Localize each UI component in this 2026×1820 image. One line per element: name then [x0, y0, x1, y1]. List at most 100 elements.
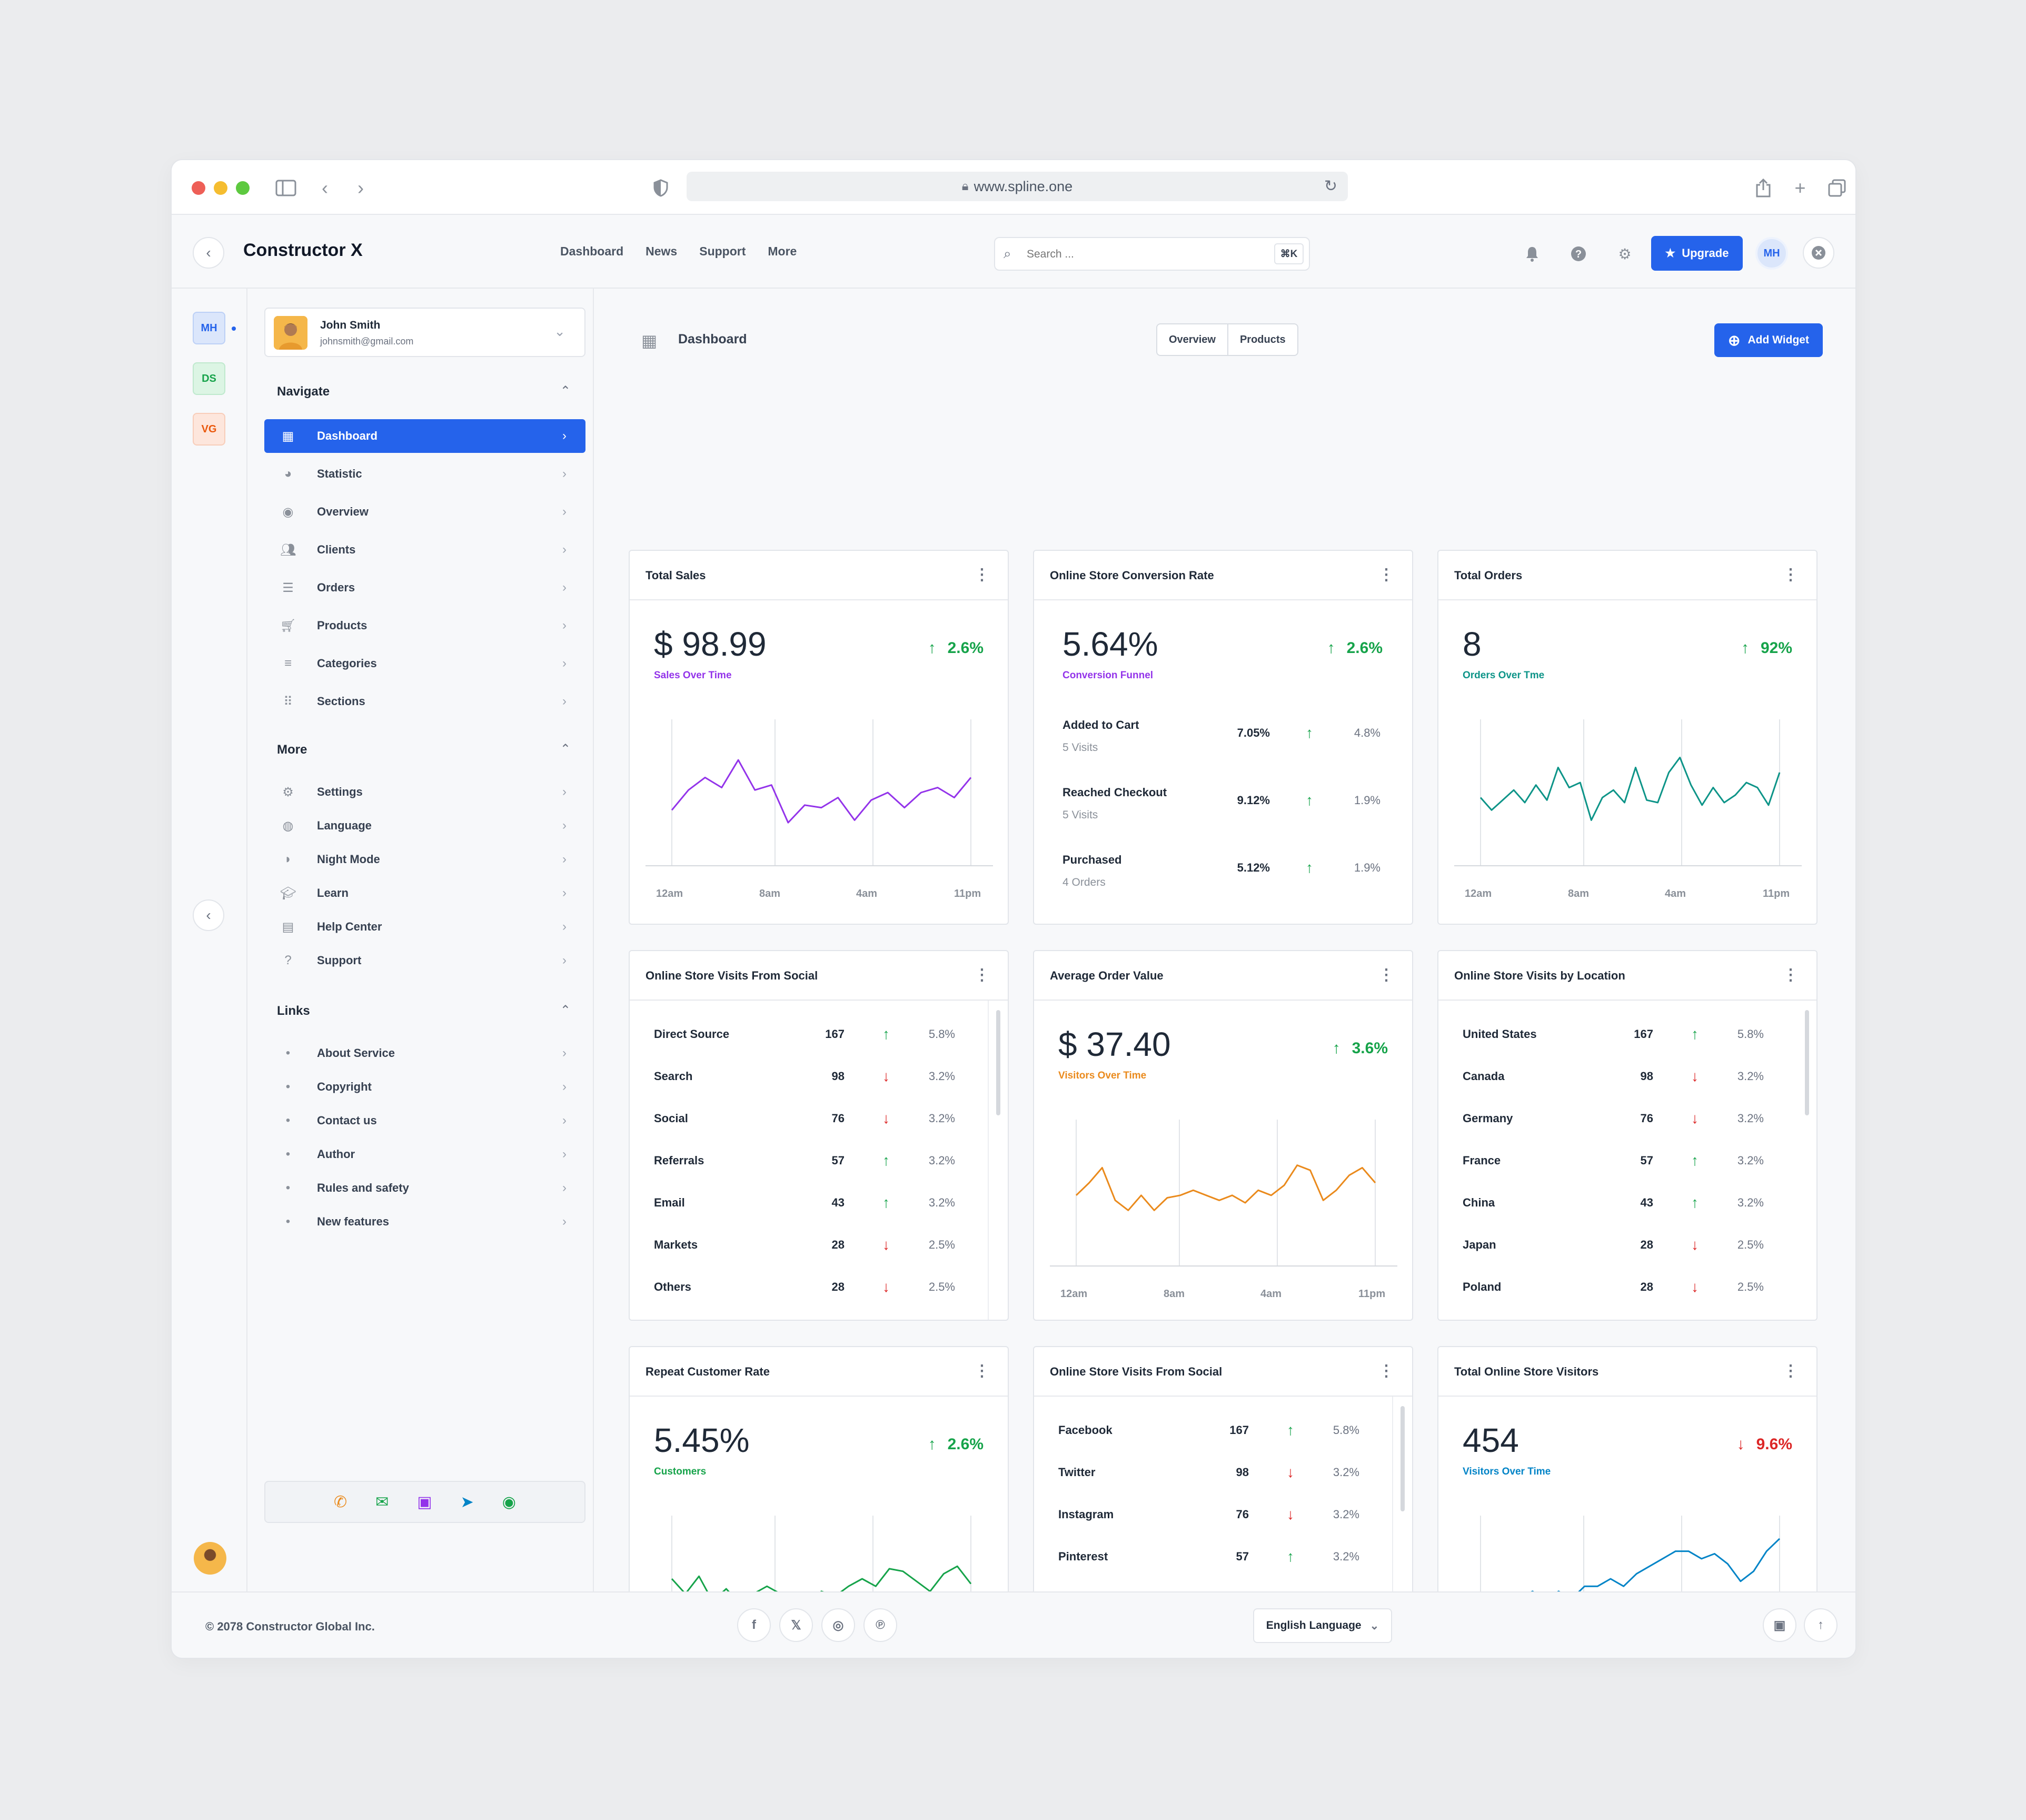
list-item[interactable]: Email 43 ↑ 3.2% [654, 1192, 955, 1213]
sidebar-link-about-service[interactable]: • About Service › [264, 1036, 585, 1070]
arrow-up-icon[interactable]: ↑ [1804, 1608, 1838, 1642]
telegram-icon[interactable]: ➤ [461, 1493, 474, 1511]
more-vertical-icon[interactable]: ⋮ [974, 1362, 990, 1380]
topnav-news[interactable]: News [645, 244, 677, 259]
list-item[interactable]: Direct Source 167 ↑ 5.8% [654, 1024, 955, 1045]
help-icon[interactable]: ? [1569, 244, 1588, 263]
reload-icon[interactable]: ↻ [1324, 177, 1337, 195]
list-item[interactable]: Others 28 ↓ 2.5% [654, 1277, 955, 1298]
sidebar-item-night-mode[interactable]: ◗ Night Mode › [264, 843, 585, 876]
more-vertical-icon[interactable]: ⋮ [1783, 966, 1799, 984]
list-item[interactable]: Markets 28 ↓ 2.5% [654, 1234, 955, 1255]
scrollbar[interactable] [1805, 1010, 1809, 1115]
list-item[interactable]: Canada 98 ↓ 3.2% [1463, 1066, 1764, 1087]
sidebar-item-language[interactable]: ◍ Language › [264, 809, 585, 843]
list-item[interactable]: Twitter 98 ↓ 3.2% [1058, 1462, 1359, 1483]
sidebar-link-copyright[interactable]: • Copyright › [264, 1070, 585, 1104]
workspace-vg[interactable]: VG [193, 413, 225, 446]
topnav-more[interactable]: More [768, 244, 797, 259]
sidebar-item-support[interactable]: ? Support › [264, 944, 585, 977]
more-vertical-icon[interactable]: ⋮ [974, 966, 990, 984]
chevron-up-icon[interactable]: ⌃ [560, 1003, 571, 1018]
sidebar-link-rules[interactable]: • Rules and safety › [264, 1171, 585, 1205]
workspace-ds[interactable]: DS [193, 362, 225, 395]
add-widget-button[interactable]: ⊕ Add Widget [1714, 323, 1823, 357]
more-vertical-icon[interactable]: ⋮ [1783, 566, 1799, 584]
list-item[interactable]: Pinterest 57 ↑ 3.2% [1058, 1546, 1359, 1567]
list-item[interactable]: Facebook 167 ↑ 5.8% [1058, 1420, 1359, 1441]
sidebar-item-help-center[interactable]: ▤ Help Center › [264, 910, 585, 944]
chevron-up-icon[interactable]: ⌃ [560, 741, 571, 757]
whatsapp-icon[interactable]: ◉ [502, 1493, 516, 1511]
message-icon[interactable]: ▣ [417, 1493, 432, 1511]
workspace-mh[interactable]: MH [193, 312, 225, 344]
sidebar-item-statistic[interactable]: ◕ Statistic › [264, 457, 585, 491]
sidebar-item-learn[interactable]: 🎓︎ Learn › [264, 876, 585, 910]
chat-icon[interactable]: ▣ [1763, 1608, 1796, 1642]
collapse-back-button[interactable]: ‹ [193, 237, 224, 269]
search-input[interactable] [1027, 246, 1248, 262]
more-vertical-icon[interactable]: ⋮ [974, 566, 990, 584]
metric-delta: ↑ 3.6% [1332, 1040, 1388, 1057]
more-vertical-icon[interactable]: ⋮ [1378, 1362, 1394, 1380]
more-vertical-icon[interactable]: ⋮ [1378, 966, 1394, 984]
close-button[interactable] [1803, 237, 1834, 269]
collapse-sidebar-button[interactable]: ‹ [193, 899, 224, 931]
list-item[interactable]: Germany 76 ↓ 3.2% [1463, 1108, 1764, 1129]
user-switcher[interactable]: John Smith johnsmith@gmail.com ⌄ [264, 308, 585, 357]
tab-overview[interactable]: Overview [1157, 324, 1227, 355]
pinterest-icon[interactable]: ℗ [863, 1608, 897, 1642]
list-item[interactable]: Instagram 76 ↓ 3.2% [1058, 1504, 1359, 1525]
sidebar-item-categories[interactable]: ≡ Categories › [264, 647, 585, 680]
list-item[interactable]: United States 167 ↑ 5.8% [1463, 1024, 1764, 1045]
list-item[interactable]: France 57 ↑ 3.2% [1463, 1150, 1764, 1171]
forward-arrow-icon[interactable]: › [349, 176, 373, 200]
tab-products[interactable]: Products [1227, 324, 1297, 355]
sidebar-item-settings[interactable]: ⚙ Settings › [264, 775, 585, 809]
back-arrow-icon[interactable]: ‹ [313, 176, 337, 200]
language-select[interactable]: English Language ⌄ [1253, 1608, 1392, 1643]
bell-icon[interactable] [1523, 244, 1542, 263]
sidebar-link-author[interactable]: • Author › [264, 1138, 585, 1171]
chevron-up-icon[interactable]: ⌃ [560, 383, 571, 399]
address-bar[interactable]: 🔒︎ www.spline.one ↻ [687, 172, 1348, 201]
sidebar-item-sections[interactable]: ⠿ Sections › [264, 685, 585, 718]
list-item[interactable]: Poland 28 ↓ 2.5% [1463, 1277, 1764, 1298]
upgrade-button[interactable]: ★ Upgrade [1651, 236, 1743, 271]
minimize-window-dot[interactable] [214, 181, 227, 195]
metric-subtitle: Conversion Funnel [1062, 670, 1154, 681]
x-icon[interactable]: 𝕏 [779, 1608, 813, 1642]
list-item[interactable]: Referrals 57 ↑ 3.2% [654, 1150, 955, 1171]
sidebar-item-clients[interactable]: 👥︎ Clients › [264, 533, 585, 567]
sidebar-item-products[interactable]: 🛒︎ Products › [264, 609, 585, 642]
sidebar-item-orders[interactable]: ☰ Orders › [264, 571, 585, 605]
maximize-window-dot[interactable] [236, 181, 250, 195]
shield-icon[interactable] [649, 176, 673, 200]
facebook-icon[interactable]: f [737, 1608, 771, 1642]
mail-icon[interactable]: ✉ [375, 1493, 389, 1511]
close-window-dot[interactable] [192, 181, 205, 195]
topnav-support[interactable]: Support [699, 244, 746, 259]
instagram-icon[interactable]: ◎ [821, 1608, 855, 1642]
scrollbar[interactable] [1401, 1406, 1405, 1511]
more-vertical-icon[interactable]: ⋮ [1378, 566, 1394, 584]
phone-icon[interactable]: ✆ [334, 1493, 347, 1511]
sidebar-link-contact-us[interactable]: • Contact us › [264, 1104, 585, 1138]
scrollbar[interactable] [996, 1010, 1000, 1115]
gear-icon[interactable]: ⚙ [1615, 244, 1634, 263]
list-item[interactable]: China 43 ↑ 3.2% [1463, 1192, 1764, 1213]
sidebar-item-dashboard[interactable]: ▦ Dashboard › [264, 419, 585, 453]
tabs-overview-icon[interactable] [1825, 176, 1849, 200]
list-item[interactable]: Social 76 ↓ 3.2% [654, 1108, 955, 1129]
team-avatar[interactable] [194, 1542, 226, 1575]
sidebar-link-new-features[interactable]: • New features › [264, 1205, 585, 1239]
sidebar-toggle-icon[interactable] [274, 176, 298, 200]
share-icon[interactable] [1751, 176, 1775, 200]
list-item[interactable]: Search 98 ↓ 3.2% [654, 1066, 955, 1087]
topnav-dashboard[interactable]: Dashboard [560, 244, 623, 259]
sidebar-item-overview[interactable]: ◉ Overview › [264, 495, 585, 529]
new-tab-icon[interactable]: + [1788, 176, 1812, 200]
more-vertical-icon[interactable]: ⋮ [1783, 1362, 1799, 1380]
list-item[interactable]: Japan 28 ↓ 2.5% [1463, 1234, 1764, 1255]
user-avatar[interactable]: MH [1755, 237, 1788, 270]
